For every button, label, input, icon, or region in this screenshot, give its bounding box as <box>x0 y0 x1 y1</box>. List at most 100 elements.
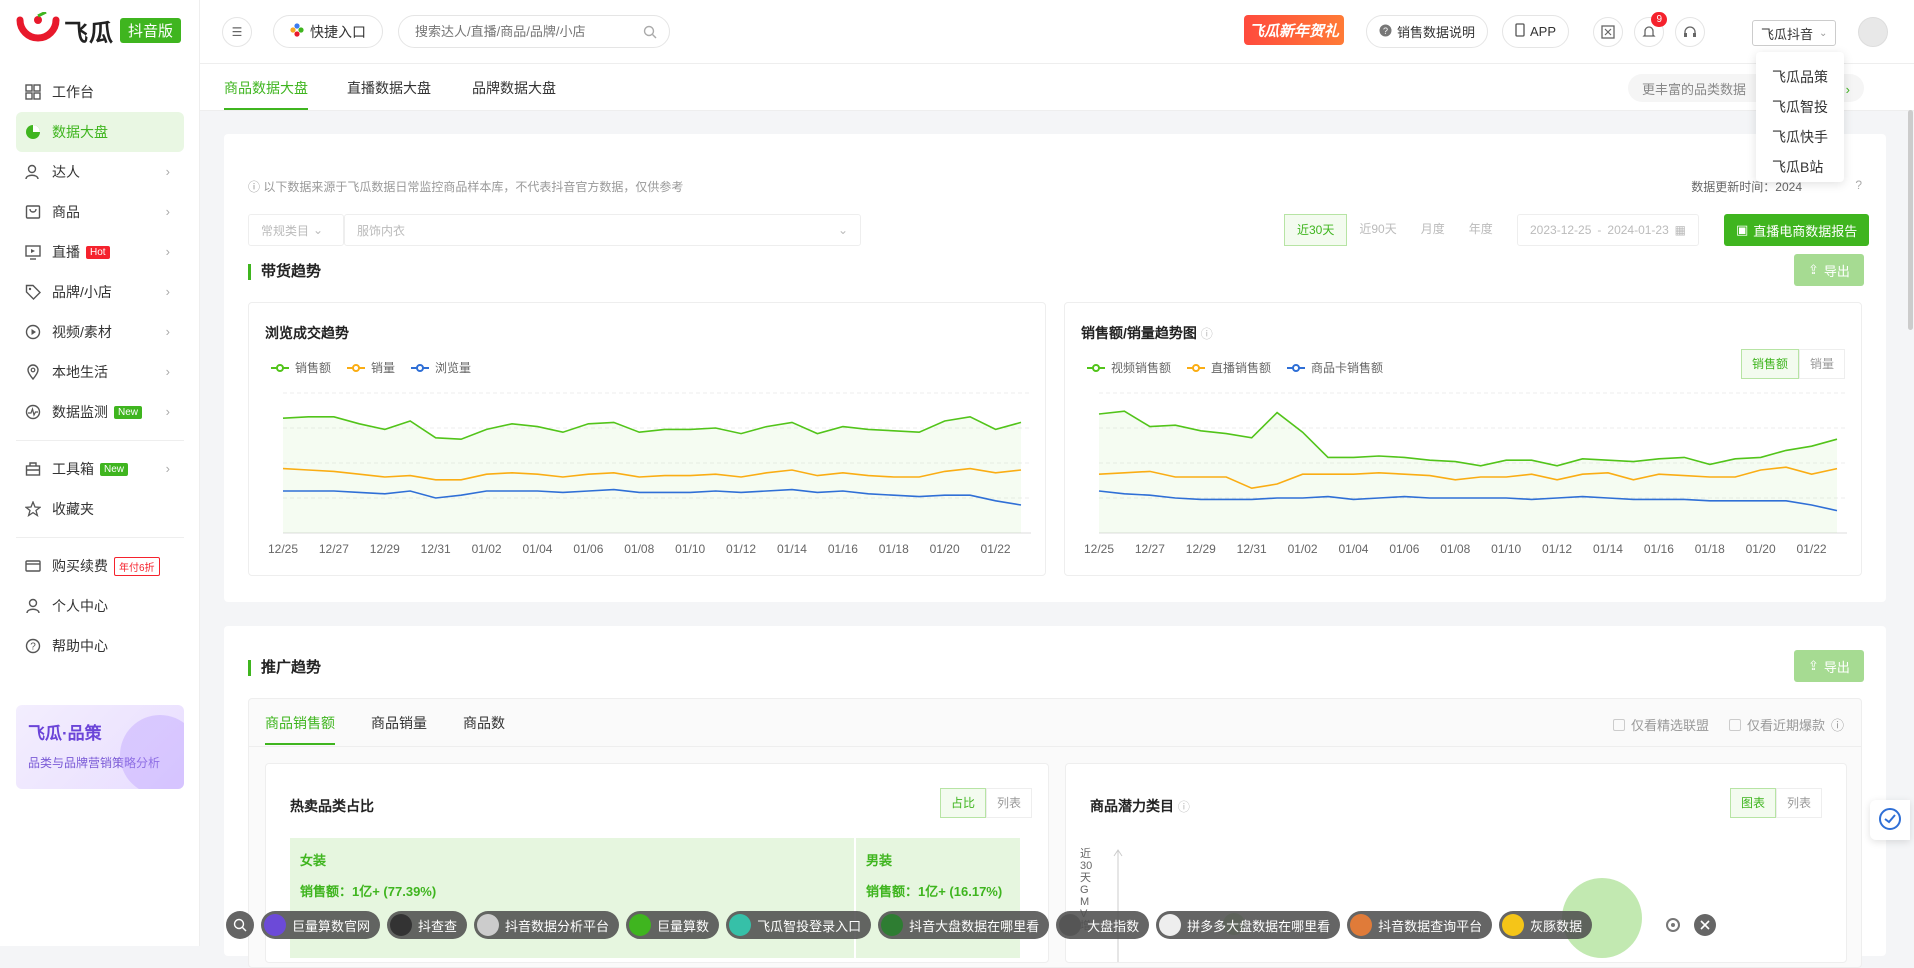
tab-product-overview[interactable]: 商品数据大盘 <box>224 78 308 110</box>
floating-assistant-button[interactable] <box>1870 800 1910 840</box>
sidebar-item-workbench[interactable]: 工作台 <box>16 72 184 112</box>
filter-recent-hot[interactable]: 仅看近期爆款 ⓘ <box>1729 715 1844 734</box>
period-year[interactable]: 年度 <box>1457 214 1505 246</box>
legend-item[interactable]: 直播销售额 <box>1187 359 1271 376</box>
category-block-womenswear[interactable]: 女装 销售额：1亿+ (77.39%) <box>290 838 854 958</box>
app-button[interactable]: APP <box>1502 15 1570 48</box>
bookmark-item[interactable]: 抖音大盘数据在哪里看 <box>878 911 1050 939</box>
toggle-sales-amount[interactable]: 销售额 <box>1740 349 1799 379</box>
checkbox-label: 仅看近期爆款 <box>1747 718 1826 733</box>
period-month[interactable]: 月度 <box>1409 214 1457 246</box>
sidebar-item-label: 数据大盘 <box>52 124 108 140</box>
sales-data-note-button[interactable]: ? 销售数据说明 <box>1366 15 1489 48</box>
x-tick-label: 01/10 <box>675 542 705 556</box>
date-range-picker[interactable]: 2023-12-25 - 2024-01-23 ▦ <box>1517 214 1699 246</box>
question-circle-icon[interactable]: ⓘ <box>1178 800 1190 814</box>
menu-item-zhitou[interactable]: 飞瓜智投 <box>1756 92 1844 122</box>
export-button[interactable]: ⇪ 导出 <box>1794 650 1864 682</box>
search-icon[interactable] <box>226 911 254 939</box>
tab-product-count[interactable]: 商品数 <box>463 713 505 743</box>
chevron-right-icon: › <box>165 204 170 219</box>
bookmark-item[interactable]: 巨量算数 <box>626 911 720 939</box>
sidebar-item-local-life[interactable]: 本地生活 › <box>16 352 184 392</box>
bookmark-item[interactable]: 抖音数据分析平台 <box>474 911 620 939</box>
checkbox[interactable] <box>1729 718 1741 731</box>
checkbox[interactable] <box>1613 718 1625 731</box>
notification-bell-icon[interactable]: 9 <box>1634 12 1667 47</box>
page-scrollbar[interactable] <box>1908 110 1913 330</box>
menu-item-kuaishou[interactable]: 飞瓜快手 <box>1756 122 1844 152</box>
promo-card[interactable]: 飞瓜·品策 品类与品牌营销策略分析 <box>16 705 184 789</box>
sidebar-item-help[interactable]: ? 帮助中心 <box>16 626 184 666</box>
sidebar-item-data-overview[interactable]: 数据大盘 <box>16 112 184 152</box>
period-30d[interactable]: 近30天 <box>1284 214 1348 246</box>
bookmark-item[interactable]: 灰豚数据 <box>1499 911 1593 939</box>
x-tick-label: 01/12 <box>726 542 756 556</box>
site-icon <box>629 914 652 936</box>
excel-icon[interactable] <box>1593 17 1623 47</box>
search-icon[interactable] <box>643 25 657 42</box>
question-circle-icon[interactable]: ⓘ <box>1201 327 1213 341</box>
bookmark-label: 巨量算数 <box>657 918 710 934</box>
category-select[interactable]: 常规类目 ⌄ <box>248 214 344 246</box>
tab-brand-overview[interactable]: 品牌数据大盘 <box>472 78 556 108</box>
sidebar-item-favorites[interactable]: 收藏夹 <box>16 489 184 529</box>
platform-select[interactable]: 飞瓜抖音 ⌄ <box>1752 20 1837 46</box>
legend-item[interactable]: 商品卡销售额 <box>1287 359 1383 376</box>
legend-item[interactable]: 视频销售额 <box>1087 359 1171 376</box>
category-block-menswear[interactable]: 男装 销售额：1亿+ (16.17%) <box>856 838 1020 958</box>
live-ecommerce-report-button[interactable]: ▣ 直播电商数据报告 <box>1724 214 1870 246</box>
menu-toggle-button[interactable]: ☰ <box>222 17 252 47</box>
bookmark-label: 抖查查 <box>418 918 458 934</box>
toggle-chart[interactable]: 图表 <box>1729 788 1776 818</box>
toggle-share[interactable]: 占比 <box>939 788 986 818</box>
tab-live-overview[interactable]: 直播数据大盘 <box>347 78 431 108</box>
new-year-gift-banner[interactable]: 飞瓜新年贺礼 <box>1244 15 1344 45</box>
tab-product-sales-volume[interactable]: 商品销量 <box>371 713 427 743</box>
search-box[interactable] <box>398 15 670 48</box>
subcategory-select[interactable]: 服饰内衣 ⌄ <box>344 214 861 246</box>
close-icon[interactable] <box>1694 914 1717 936</box>
headset-icon[interactable] <box>1675 17 1705 47</box>
export-button[interactable]: ⇪ 导出 <box>1794 254 1864 286</box>
legend-marker <box>411 363 430 372</box>
sidebar-item-monitor[interactable]: 数据监测 New › <box>16 392 184 432</box>
question-circle-icon[interactable]: ⓘ <box>1831 715 1844 734</box>
bookmark-item[interactable]: 拼多多大盘数据在哪里看 <box>1156 911 1341 939</box>
shop-icon <box>24 203 42 221</box>
x-tick-label: 01/08 <box>624 542 654 556</box>
search-input[interactable] <box>415 24 635 39</box>
sidebar-item-purchase[interactable]: 购买续费 年付6折 <box>16 546 184 586</box>
legend-item[interactable]: 销售额 <box>271 359 331 376</box>
filter-selected-alliance[interactable]: 仅看精选联盟 <box>1613 715 1709 734</box>
sidebar-item-brand-shop[interactable]: 品牌/小店 › <box>16 272 184 312</box>
toggle-list[interactable]: 列表 <box>1775 788 1822 818</box>
data-overview-tabs: 商品数据大盘 直播数据大盘 品牌数据大盘 更丰富的品类数据 策 › <box>200 64 1914 111</box>
legend-item[interactable]: 销量 <box>347 359 395 376</box>
bookmark-item[interactable]: 抖音数据查询平台 <box>1347 911 1493 939</box>
menu-item-pince[interactable]: 飞瓜品策 <box>1756 62 1844 92</box>
quick-entry-button[interactable]: 快捷入口 <box>273 15 383 48</box>
line-chart-plot: 12/25 12/27 12/29 12/31 01/02 01/04 01/06 01/08… <box>1084 392 1847 556</box>
avatar[interactable] <box>1858 17 1888 47</box>
settings-icon[interactable] <box>1659 911 1687 939</box>
x-tick-label: 12/25 <box>1084 542 1114 556</box>
sidebar-item-live[interactable]: 直播 Hot › <box>16 232 184 272</box>
legend-item[interactable]: 浏览量 <box>411 359 471 376</box>
bookmark-item[interactable]: 抖查查 <box>387 911 468 939</box>
question-circle-icon[interactable]: ? <box>1855 178 1862 192</box>
tab-product-sales-amount[interactable]: 商品销售额 <box>265 713 335 745</box>
toggle-list[interactable]: 列表 <box>985 788 1032 818</box>
bookmark-item[interactable]: 大盘指数 <box>1056 911 1150 939</box>
menu-item-bilibili[interactable]: 飞瓜B站 <box>1756 152 1844 182</box>
bookmark-item[interactable]: 巨量算数官网 <box>261 911 381 939</box>
sidebar-item-influencer[interactable]: 达人 › <box>16 152 184 192</box>
sidebar-item-profile[interactable]: 个人中心 <box>16 586 184 626</box>
brand-logo[interactable]: 飞瓜 抖音版 <box>16 10 182 48</box>
sidebar-item-product[interactable]: 商品 › <box>16 192 184 232</box>
toggle-sales-volume[interactable]: 销量 <box>1798 349 1845 379</box>
bookmark-item[interactable]: 飞瓜智投登录入口 <box>726 911 872 939</box>
sidebar-item-video[interactable]: 视频/素材 › <box>16 312 184 352</box>
period-90d[interactable]: 近90天 <box>1347 214 1408 246</box>
sidebar-item-toolbox[interactable]: 工具箱 New › <box>16 449 184 489</box>
